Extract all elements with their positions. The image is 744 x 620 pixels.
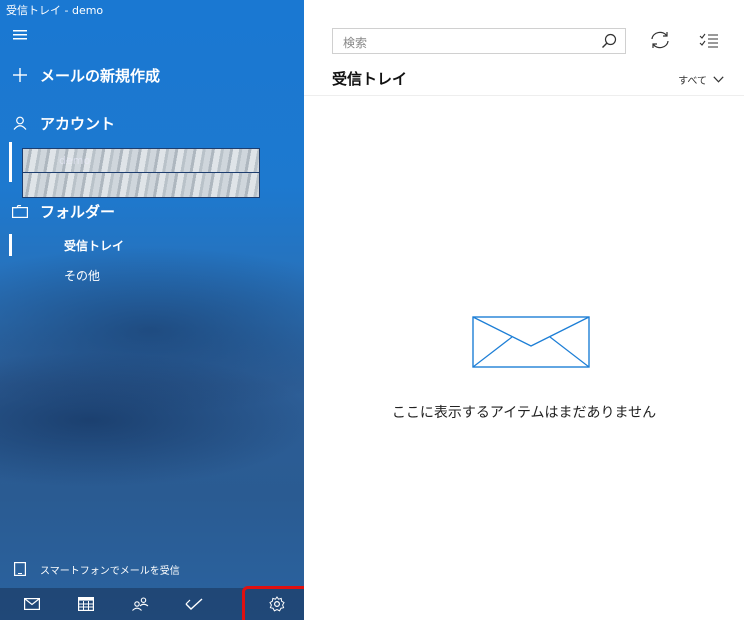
search-icon[interactable] xyxy=(601,33,617,53)
folder-inbox[interactable]: 受信トレイ xyxy=(64,236,124,254)
phone-promo-link[interactable]: スマートフォンでメールを受信 xyxy=(0,558,180,580)
person-icon xyxy=(0,116,40,130)
phone-promo-label: スマートフォンでメールを受信 xyxy=(40,565,180,577)
hamburger-icon xyxy=(0,30,40,40)
account-item-demo[interactable]: demo xyxy=(22,148,260,174)
phone-icon xyxy=(0,562,40,576)
account-name xyxy=(23,178,59,191)
sync-icon xyxy=(651,31,669,49)
folder-title: 受信トレイ xyxy=(332,70,408,88)
todo-icon xyxy=(185,598,203,610)
folder-label: その他 xyxy=(64,268,101,283)
people-nav-button[interactable] xyxy=(120,588,160,620)
header-divider xyxy=(304,95,744,96)
filter-dropdown[interactable]: すべて xyxy=(678,72,724,87)
new-mail-button[interactable]: メールの新規作成 xyxy=(0,62,160,88)
people-icon xyxy=(132,597,149,611)
accounts-label: アカウント xyxy=(40,114,116,133)
mail-nav-button[interactable] xyxy=(12,588,52,620)
calendar-nav-button[interactable] xyxy=(66,588,106,620)
navigation-pane: 受信トレイ - demo メールの新規作成 アカウント demo フォルダー 受… xyxy=(0,0,304,620)
mail-icon xyxy=(24,598,40,610)
calendar-icon xyxy=(78,597,94,611)
settings-highlight-box xyxy=(242,586,304,620)
plus-icon xyxy=(0,68,40,82)
empty-envelope-icon xyxy=(472,316,590,372)
account-selected-indicator xyxy=(9,142,12,182)
account-item-2[interactable] xyxy=(22,172,260,198)
folder-other[interactable]: その他 xyxy=(64,266,100,284)
message-list-pane: 検索 受信トレイ すべて ここに表示するアイテムはまだありません xyxy=(304,0,744,620)
account-name: demo xyxy=(59,154,91,167)
new-mail-label: メールの新規作成 xyxy=(40,66,161,85)
hamburger-button[interactable] xyxy=(0,26,40,44)
checklist-icon xyxy=(699,33,718,48)
search-input[interactable]: 検索 xyxy=(343,34,367,51)
filter-label: すべて xyxy=(678,76,707,87)
folders-header[interactable]: フォルダー xyxy=(0,198,115,224)
folder-selected-indicator xyxy=(9,234,12,256)
search-box[interactable]: 検索 xyxy=(332,28,626,54)
window-title: 受信トレイ - demo xyxy=(6,4,104,17)
empty-state-message: ここに表示するアイテムはまだありません xyxy=(391,405,657,421)
folders-label: フォルダー xyxy=(40,202,116,221)
todo-nav-button[interactable] xyxy=(174,588,214,620)
sync-button[interactable] xyxy=(649,30,671,54)
select-mode-button[interactable] xyxy=(699,32,719,52)
folder-icon xyxy=(0,204,40,218)
chevron-down-icon xyxy=(713,76,724,83)
accounts-header[interactable]: アカウント xyxy=(0,110,115,136)
folder-label: 受信トレイ xyxy=(64,238,125,253)
